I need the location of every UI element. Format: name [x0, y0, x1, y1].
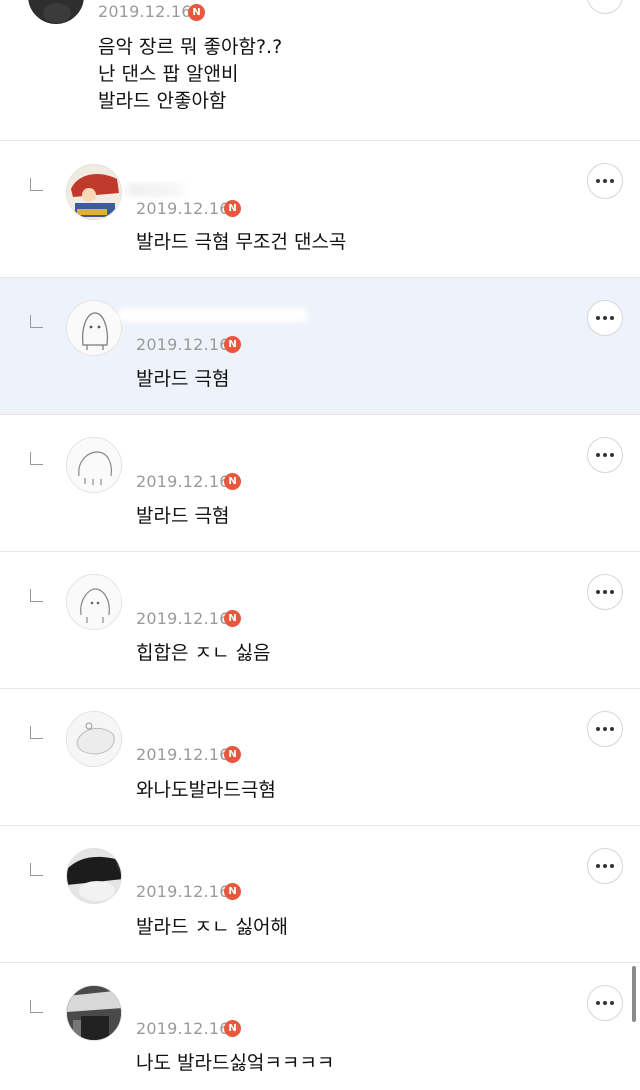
- comment-text: 음악 장르 뭐 좋아함?.? 난 댄스 팝 알앤비 발라드 안좋아함: [98, 36, 283, 112]
- comment-text: 힙합은 ㅈㄴ 싫음: [136, 642, 271, 664]
- avatar[interactable]: [66, 574, 122, 630]
- comment-date: 2019.12.16: [136, 882, 230, 901]
- comment-reply: 2019.12.16 N 힙합은 ㅈㄴ 싫음: [0, 552, 640, 689]
- more-options-button[interactable]: [587, 300, 623, 336]
- comment-reply: 2019.12.16 N 발라드 극혐 무조건 댄스곡: [0, 141, 640, 278]
- avatar[interactable]: [66, 300, 122, 356]
- username-redacted: [120, 719, 220, 733]
- more-options-button[interactable]: [587, 163, 623, 199]
- comment-text: 발라드 극혐: [136, 505, 230, 527]
- comment-text: 와나도발라드극혐: [136, 779, 276, 801]
- avatar-image: [67, 301, 121, 355]
- comment-text: 발라드 ㅈㄴ 싫어해: [136, 916, 288, 938]
- more-options-button[interactable]: [587, 0, 623, 14]
- new-badge-icon: N: [224, 473, 241, 490]
- username-redacted: [118, 308, 308, 322]
- reply-indicator-icon: [30, 1000, 43, 1013]
- comment-reply: 2019.12.16 N 발라드 극혐: [0, 278, 640, 415]
- username-redacted: [120, 584, 270, 598]
- comment-reply: 2019.12.16 N 나도 발라드싫엌ㅋㅋㅋㅋ: [0, 963, 640, 1090]
- comment-reply: 2019.12.16 N 발라드 ㅈㄴ 싫어해: [0, 826, 640, 963]
- scrollbar-thumb[interactable]: [632, 966, 636, 1022]
- reply-indicator-icon: [30, 726, 43, 739]
- new-badge-icon: N: [224, 883, 241, 900]
- avatar-image: [29, 0, 83, 23]
- comment-parent: 2019.12.16 N 음악 장르 뭐 좋아함?.? 난 댄스 팝 알앤비 발…: [0, 0, 640, 141]
- more-options-button[interactable]: [587, 848, 623, 884]
- comment-date: 2019.12.16: [136, 1019, 230, 1038]
- comment-text: 발라드 극혐 무조건 댄스곡: [136, 231, 347, 253]
- reply-indicator-icon: [30, 452, 43, 465]
- reply-indicator-icon: [30, 863, 43, 876]
- username-redacted: [120, 856, 180, 870]
- username-redacted: [120, 993, 200, 1007]
- username-redacted: [120, 183, 190, 197]
- more-options-button[interactable]: [587, 437, 623, 473]
- more-options-button[interactable]: [587, 985, 623, 1021]
- new-badge-icon: N: [188, 4, 205, 21]
- avatar-image: [67, 712, 121, 766]
- comment-date: 2019.12.16: [136, 335, 230, 354]
- new-badge-icon: N: [224, 746, 241, 763]
- avatar[interactable]: [28, 0, 84, 24]
- comment-date: 2019.12.16: [136, 199, 230, 218]
- avatar-image: [67, 165, 121, 219]
- reply-indicator-icon: [30, 178, 43, 191]
- comment-date: 2019.12.16: [98, 2, 192, 21]
- new-badge-icon: N: [224, 200, 241, 217]
- avatar-image: [67, 986, 121, 1040]
- comment-text: 나도 발라드싫엌ㅋㅋㅋㅋ: [136, 1052, 335, 1074]
- avatar-image: [67, 849, 121, 903]
- comment-date: 2019.12.16: [136, 472, 230, 491]
- comment-date: 2019.12.16: [136, 745, 230, 764]
- avatar-image: [67, 438, 121, 492]
- reply-indicator-icon: [30, 315, 43, 328]
- comment-reply: 2019.12.16 N 와나도발라드극혐: [0, 689, 640, 826]
- more-options-button[interactable]: [587, 711, 623, 747]
- new-badge-icon: N: [224, 610, 241, 627]
- new-badge-icon: N: [224, 336, 241, 353]
- comment-date: 2019.12.16: [136, 609, 230, 628]
- avatar[interactable]: [66, 164, 122, 220]
- avatar[interactable]: [66, 437, 122, 493]
- avatar[interactable]: [66, 985, 122, 1041]
- comment-text: 발라드 극혐: [136, 368, 230, 390]
- more-options-button[interactable]: [587, 574, 623, 610]
- avatar[interactable]: [66, 848, 122, 904]
- comment-reply: 2019.12.16 N 발라드 극혐: [0, 415, 640, 552]
- username-redacted: [120, 437, 200, 451]
- new-badge-icon: N: [224, 1020, 241, 1037]
- avatar[interactable]: [66, 711, 122, 767]
- avatar-image: [67, 575, 121, 629]
- reply-indicator-icon: [30, 589, 43, 602]
